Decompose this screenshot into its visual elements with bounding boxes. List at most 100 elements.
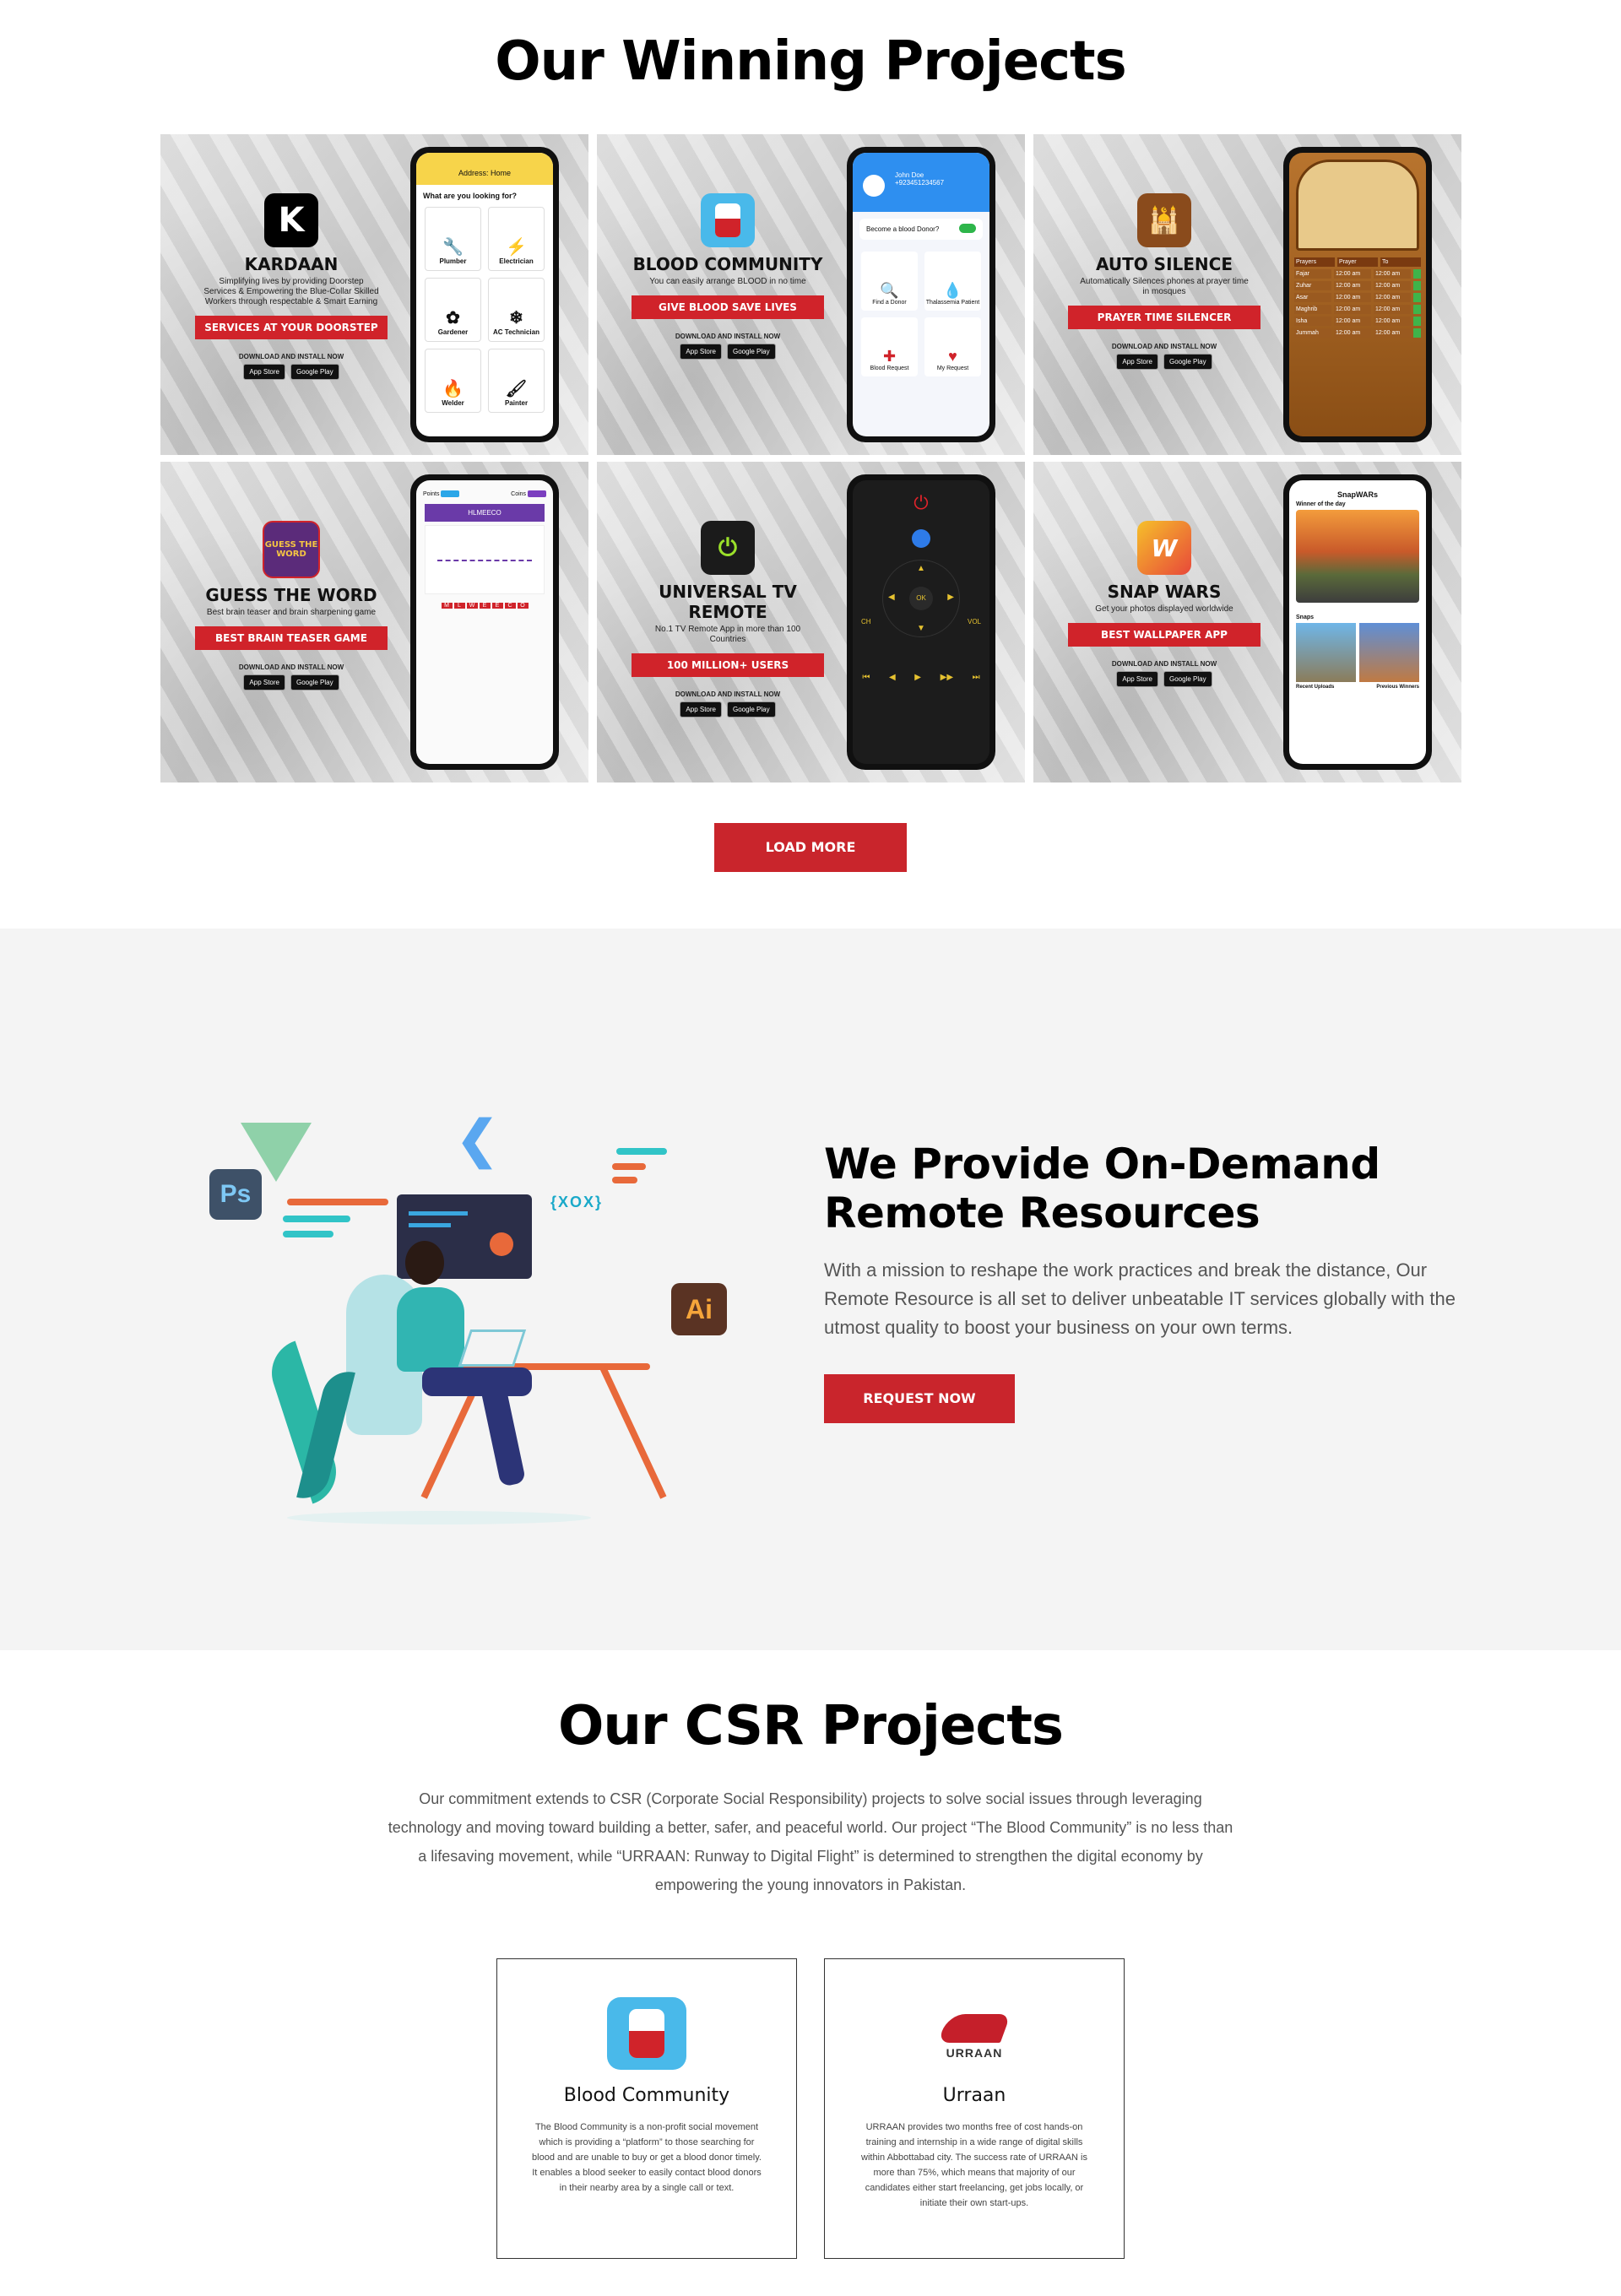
photoshop-icon: Ps: [209, 1169, 262, 1220]
google-play-badge[interactable]: Google Play: [726, 344, 776, 360]
snap-photo[interactable]: [1296, 623, 1356, 682]
phone-mockup: Points Coins HLMEECO M L W E E C O: [410, 474, 559, 770]
check-icon[interactable]: [1413, 269, 1421, 279]
arrow-left-icon[interactable]: ◀: [888, 593, 895, 602]
prayer-row: Isha 12:00 am 12:00 am: [1294, 317, 1421, 326]
project-card-tv-remote[interactable]: ⏻ UNIVERSAL TV REMOTE No.1 TV Remote App…: [597, 462, 1025, 782]
play-icon[interactable]: ▶: [914, 673, 921, 682]
check-icon[interactable]: [1413, 317, 1421, 326]
check-icon[interactable]: [1413, 293, 1421, 302]
project-card-guess-the-word[interactable]: GUESS THE WORD GUESS THE WORD Best brain…: [160, 462, 588, 782]
scrambled-word: HLMEECO: [425, 504, 545, 522]
arrow-up-icon[interactable]: ▲: [917, 564, 925, 573]
app-store-badge[interactable]: App Store: [680, 344, 722, 360]
dpad[interactable]: OK ▲ ▼ ◀ ▶: [882, 560, 960, 637]
option-blood-request[interactable]: ✚ Blood Request: [861, 317, 918, 376]
project-card-snap-wars[interactable]: W SNAP WARS Get your photos displayed wo…: [1033, 462, 1461, 782]
option-my-request[interactable]: ♥ My Request: [924, 317, 981, 376]
letter-tile[interactable]: E: [491, 603, 503, 609]
check-icon[interactable]: [1413, 281, 1421, 290]
csr-card-title: Blood Community: [563, 2085, 730, 2106]
project-name: BLOOD COMMUNITY: [632, 254, 823, 274]
csr-card-urraan[interactable]: URRAAN Urraan URRAAN provides two months…: [824, 1958, 1125, 2259]
volume-label[interactable]: VOL: [968, 618, 981, 625]
mosque-icon: 🕌: [1137, 193, 1191, 247]
csr-card-blood-community[interactable]: Blood Community The Blood Community is a…: [496, 1958, 797, 2259]
project-card-auto-silence[interactable]: 🕌 AUTO SILENCE Automatically Silences ph…: [1033, 134, 1461, 455]
letter-tile[interactable]: E: [479, 603, 491, 609]
donor-toggle[interactable]: [959, 224, 976, 233]
option-thalassemia[interactable]: 💧 Thalassemia Patient: [924, 252, 981, 311]
rewind-icon[interactable]: ◀: [889, 673, 896, 682]
user-name: John Doe: [895, 171, 924, 179]
code-tag: {XOX}: [550, 1194, 604, 1210]
winner-photo[interactable]: [1296, 510, 1419, 603]
gardener-icon: ✿: [446, 309, 460, 328]
letter-tile[interactable]: O: [517, 603, 529, 609]
letter-tile[interactable]: M: [441, 603, 453, 609]
blood-community-logo-icon: [607, 1997, 686, 2070]
project-tagline: 100 MILLION+ USERS: [632, 653, 824, 677]
avatar: [863, 175, 885, 197]
remote-title: We Provide On-Demand Remote Resources: [824, 1140, 1380, 1237]
flutter-logo-icon: ❮: [456, 1111, 499, 1167]
google-play-badge[interactable]: Google Play: [1163, 671, 1212, 687]
google-play-badge[interactable]: Google Play: [1163, 354, 1212, 370]
power-icon[interactable]: ⏻: [853, 492, 989, 514]
donor-toggle-label: Become a blood Donor?: [866, 225, 940, 233]
service-welder[interactable]: 🔥 Welder: [425, 349, 481, 413]
channel-label[interactable]: CH: [861, 618, 871, 625]
previous-icon[interactable]: ⏮: [862, 673, 870, 682]
electrician-icon: ⚡: [506, 238, 527, 257]
previous-winners-label[interactable]: Previous Winners: [1376, 685, 1419, 690]
google-play-badge[interactable]: Google Play: [290, 674, 339, 690]
load-more-button[interactable]: LOAD MORE: [714, 823, 907, 872]
input-button[interactable]: [912, 529, 930, 548]
download-label: DOWNLOAD AND INSTALL NOW: [675, 690, 781, 698]
project-card-kardaan[interactable]: K KARDAAN Simplifying lives by providing…: [160, 134, 588, 455]
app-store-badge[interactable]: App Store: [1116, 671, 1158, 687]
next-icon[interactable]: ⏭: [973, 673, 980, 682]
app-store-badge[interactable]: App Store: [243, 674, 285, 690]
service-electrician[interactable]: ⚡ Electrician: [488, 207, 545, 271]
arrow-right-icon[interactable]: ▶: [947, 593, 954, 602]
person-body: [397, 1287, 464, 1372]
project-card-blood-community[interactable]: BLOOD COMMUNITY You can easily arrange B…: [597, 134, 1025, 455]
service-gardener[interactable]: ✿ Gardener: [425, 278, 481, 342]
ok-button[interactable]: OK: [909, 587, 933, 610]
app-store-badge[interactable]: App Store: [680, 701, 722, 718]
arrow-down-icon[interactable]: ▼: [917, 624, 925, 633]
letter-tile[interactable]: L: [453, 603, 465, 609]
ac-icon: ❄: [509, 309, 523, 328]
snap-photo[interactable]: [1359, 623, 1419, 682]
service-painter[interactable]: 🖌 Painter: [488, 349, 545, 413]
forward-icon[interactable]: ▶▶: [941, 673, 953, 682]
service-plumber[interactable]: 🔧 Plumber: [425, 207, 481, 271]
check-icon[interactable]: [1413, 305, 1421, 314]
letter-tile[interactable]: C: [504, 603, 516, 609]
drop-icon: 💧: [943, 282, 962, 299]
heart-icon: ♥: [948, 348, 957, 365]
project-name: AUTO SILENCE: [1095, 254, 1233, 274]
google-play-badge[interactable]: Google Play: [726, 701, 776, 718]
answer-slots[interactable]: [437, 560, 532, 561]
app-store-badge[interactable]: App Store: [243, 364, 285, 380]
request-now-button[interactable]: REQUEST NOW: [824, 1374, 1015, 1423]
media-controls: ⏮ ◀ ▶ ▶▶ ⏭: [853, 673, 989, 682]
service-ac-technician[interactable]: ❄ AC Technician: [488, 278, 545, 342]
project-tagline: BEST BRAIN TEASER GAME: [195, 626, 388, 650]
prayer-row: Jummah 12:00 am 12:00 am: [1294, 328, 1421, 338]
option-find-donor[interactable]: 🔍 Find a Donor: [861, 252, 918, 311]
letter-tile[interactable]: W: [466, 603, 478, 609]
project-name: GUESS THE WORD: [205, 585, 377, 605]
screen-question: What are you looking for?: [423, 192, 518, 200]
app-store-badge[interactable]: App Store: [1116, 354, 1158, 370]
download-label: DOWNLOAD AND INSTALL NOW: [1111, 660, 1217, 668]
person-head: [405, 1241, 444, 1285]
prayer-row: Asar 12:00 am 12:00 am: [1294, 293, 1421, 302]
google-play-badge[interactable]: Google Play: [290, 364, 339, 380]
remote-icon: ⏻: [701, 521, 755, 575]
check-icon[interactable]: [1413, 328, 1421, 338]
csr-card-title: Urraan: [942, 2085, 1006, 2106]
recent-uploads-label[interactable]: Recent Uploads: [1296, 685, 1334, 690]
